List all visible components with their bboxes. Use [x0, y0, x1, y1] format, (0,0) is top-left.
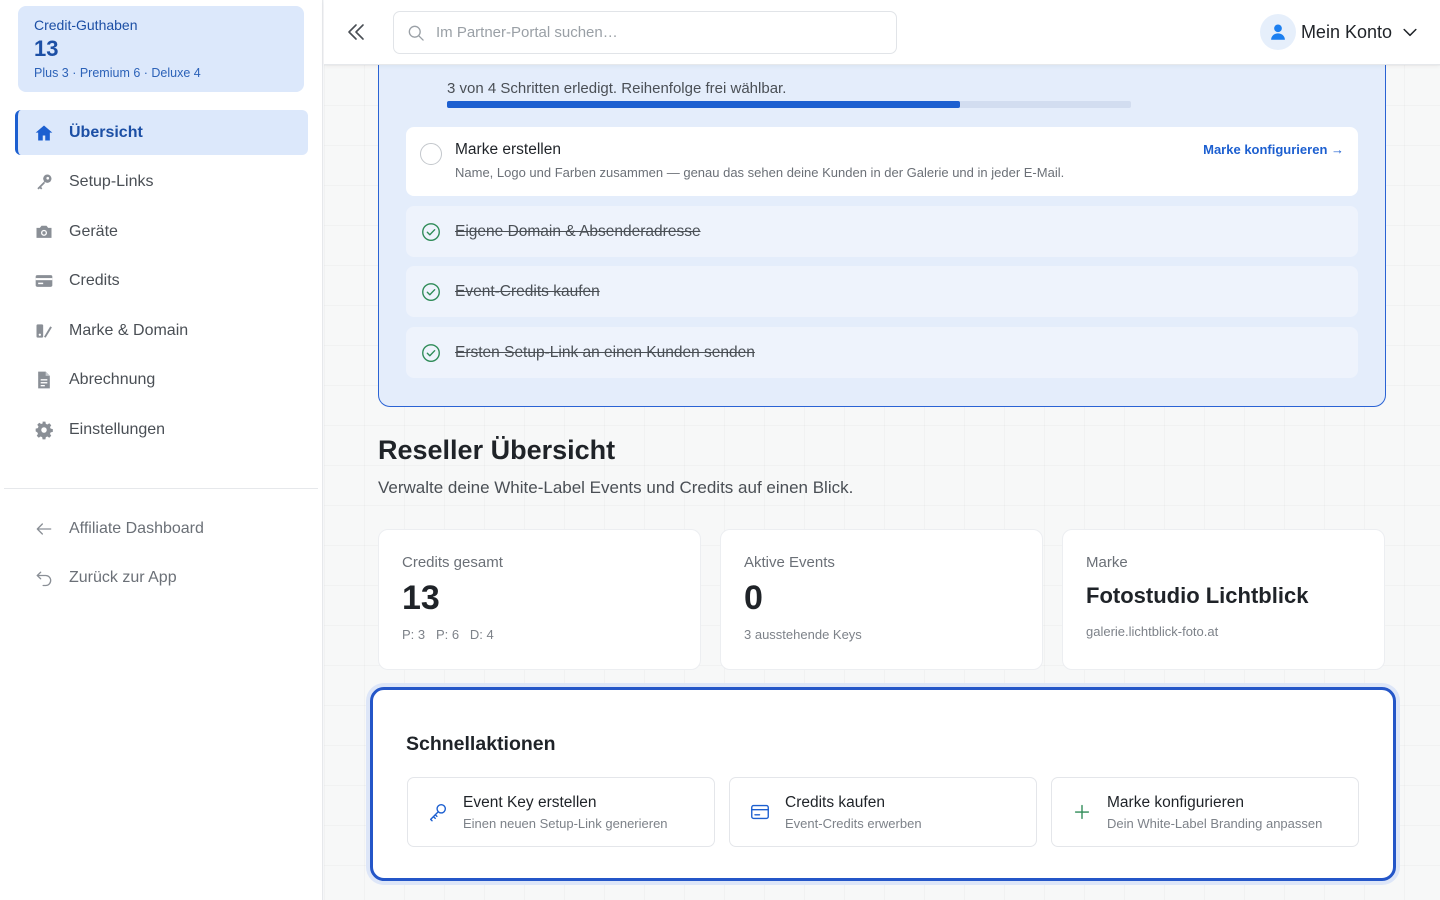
quick-action-title: Credits kaufen [785, 793, 885, 811]
quick-actions-title: Schnellaktionen [406, 733, 556, 755]
sidebar: Credit-Guthaben 13 Plus 3 · Premium 6 · … [0, 0, 323, 900]
stat-card-active-events: Aktive Events 0 3 ausstehende Keys [720, 529, 1043, 670]
search-icon [408, 25, 424, 41]
topbar: Mein Konto [324, 0, 1440, 65]
quick-actions-panel: Schnellaktionen Event Key erstellen Eine… [370, 687, 1396, 881]
account-label: Mein Konto [1300, 21, 1392, 42]
step-title: Ersten Setup-Link an einen Kunden senden [455, 343, 755, 361]
sidebar-item-geraete[interactable]: Geräte [15, 209, 308, 254]
sidebar-divider [4, 488, 318, 489]
stat-label: Marke [1086, 554, 1128, 571]
progress-bar [447, 101, 1131, 108]
undo-icon [33, 567, 55, 589]
stat-card-brand: Marke Fotostudio Lichtblick galerie.lich… [1062, 529, 1385, 670]
sidebar-item-credits[interactable]: Credits [15, 259, 308, 304]
stat-value: 0 [744, 579, 763, 617]
stat-value: 13 [402, 579, 440, 617]
marke-konfigurieren-link[interactable]: Marke konfigurieren → [1203, 142, 1344, 157]
event-key-erstellen-button[interactable]: Event Key erstellen Einen neuen Setup-Li… [407, 777, 715, 847]
stat-value: Fotostudio Lichtblick [1086, 583, 1309, 608]
sidebar-item-marke-domain[interactable]: Marke & Domain [15, 308, 308, 353]
check-circle-icon [422, 222, 440, 241]
sidebar-item-setup-links[interactable]: Setup-Links [15, 160, 308, 205]
setup-checklist: 3 von 4 Schritten erledigt. Reihenfolge … [378, 65, 1386, 407]
quick-action-sub: Event-Credits erwerben [785, 815, 922, 831]
sidebar-item-label: Credits [69, 272, 120, 289]
step-title: Eigene Domain & Absenderadresse [455, 222, 701, 240]
user-icon [1271, 24, 1285, 40]
gear-icon [33, 419, 55, 441]
marke-konfigurieren-button[interactable]: Marke konfigurieren Dein White-Label Bra… [1051, 777, 1359, 847]
main-content: 3 von 4 Schritten erledigt. Reihenfolge … [324, 65, 1440, 900]
sidebar-item-zurueck-zur-app[interactable]: Zurück zur App [15, 556, 308, 601]
step-marke-erstellen[interactable]: Marke erstellen Name, Logo und Farben zu… [406, 127, 1358, 196]
stat-sub: P: 3 P: 6 D: 4 [402, 627, 494, 642]
account-menu[interactable]: Mein Konto [1259, 14, 1420, 50]
home-icon [33, 122, 55, 144]
credit-card-icon [748, 800, 772, 824]
brand-icon [33, 320, 55, 342]
check-circle-icon [422, 282, 440, 301]
step-pending-circle-icon[interactable] [420, 143, 442, 165]
stat-sub: galerie.lichtblick-foto.at [1086, 624, 1219, 639]
credits-kaufen-button[interactable]: Credits kaufen Event-Credits erwerben [729, 777, 1037, 847]
sidebar-item-label: Abrechnung [69, 371, 156, 388]
credit-balance-card[interactable]: Credit-Guthaben 13 Plus 3 · Premium 6 · … [18, 6, 304, 92]
credit-balance-breakdown: Plus 3 · Premium 6 · Deluxe 4 [34, 66, 201, 80]
sidebar-item-uebersicht[interactable]: Übersicht [15, 110, 308, 155]
step-eigene-domain[interactable]: Eigene Domain & Absenderadresse [406, 206, 1358, 257]
stat-card-credits: Credits gesamt 13 P: 3 P: 6 D: 4 [378, 529, 701, 670]
page-subtitle: Verwalte deine White-Label Events und Cr… [378, 478, 854, 497]
collapse-sidebar-button[interactable] [344, 20, 368, 44]
sidebar-item-label: Einstellungen [69, 420, 166, 438]
sidebar-item-einstellungen[interactable]: Einstellungen [15, 407, 308, 452]
double-chevron-left-icon [348, 24, 364, 40]
sidebar-item-label: Übersicht [69, 123, 143, 141]
key-icon [426, 800, 450, 824]
sidebar-secondary-nav: Affiliate Dashboard Zurück zur App [15, 506, 308, 605]
step-description: Name, Logo und Farben zusammen — genau d… [455, 165, 1065, 180]
quick-action-sub: Dein White-Label Branding anpassen [1107, 815, 1323, 831]
stat-sub: 3 ausstehende Keys [744, 627, 862, 642]
progress-fill [447, 101, 960, 108]
document-icon [33, 369, 55, 391]
sidebar-item-abrechnung[interactable]: Abrechnung [15, 358, 308, 403]
sidebar-nav: Übersicht Setup-Links Geräte Credits Mar… [15, 110, 308, 457]
stat-label: Aktive Events [744, 554, 835, 571]
key-icon [33, 171, 55, 193]
sidebar-item-label: Marke & Domain [69, 321, 189, 339]
quick-action-title: Event Key erstellen [463, 793, 597, 811]
search-box[interactable] [393, 11, 897, 54]
credit-balance-value: 13 [34, 36, 59, 61]
quick-action-sub: Einen neuen Setup-Link generieren [463, 815, 668, 831]
plus-icon [1070, 800, 1094, 824]
sidebar-item-label: Geräte [69, 222, 118, 240]
arrow-left-icon [33, 518, 55, 540]
credit-card-icon [33, 270, 55, 292]
avatar [1259, 14, 1296, 50]
step-event-credits-kaufen[interactable]: Event-Credits kaufen [406, 266, 1358, 317]
credit-balance-title: Credit-Guthaben [34, 17, 138, 33]
sidebar-item-label: Affiliate Dashboard [69, 519, 204, 537]
quick-action-title: Marke konfigurieren [1107, 793, 1244, 811]
step-title: Marke erstellen [455, 141, 561, 158]
search-input[interactable] [436, 24, 876, 41]
page-title: Reseller Übersicht [378, 435, 616, 465]
camera-icon [33, 221, 55, 243]
sidebar-item-label: Setup-Links [69, 173, 154, 190]
step-ersten-setup-link[interactable]: Ersten Setup-Link an einen Kunden senden [406, 327, 1358, 378]
stat-label: Credits gesamt [402, 554, 503, 571]
step-title: Event-Credits kaufen [455, 282, 600, 300]
chevron-down-icon [1403, 28, 1417, 37]
sidebar-item-affiliate-dashboard[interactable]: Affiliate Dashboard [15, 506, 308, 551]
sidebar-item-label: Zurück zur App [69, 569, 177, 586]
progress-text: 3 von 4 Schritten erledigt. Reihenfolge … [447, 80, 787, 97]
check-circle-icon [422, 343, 440, 362]
